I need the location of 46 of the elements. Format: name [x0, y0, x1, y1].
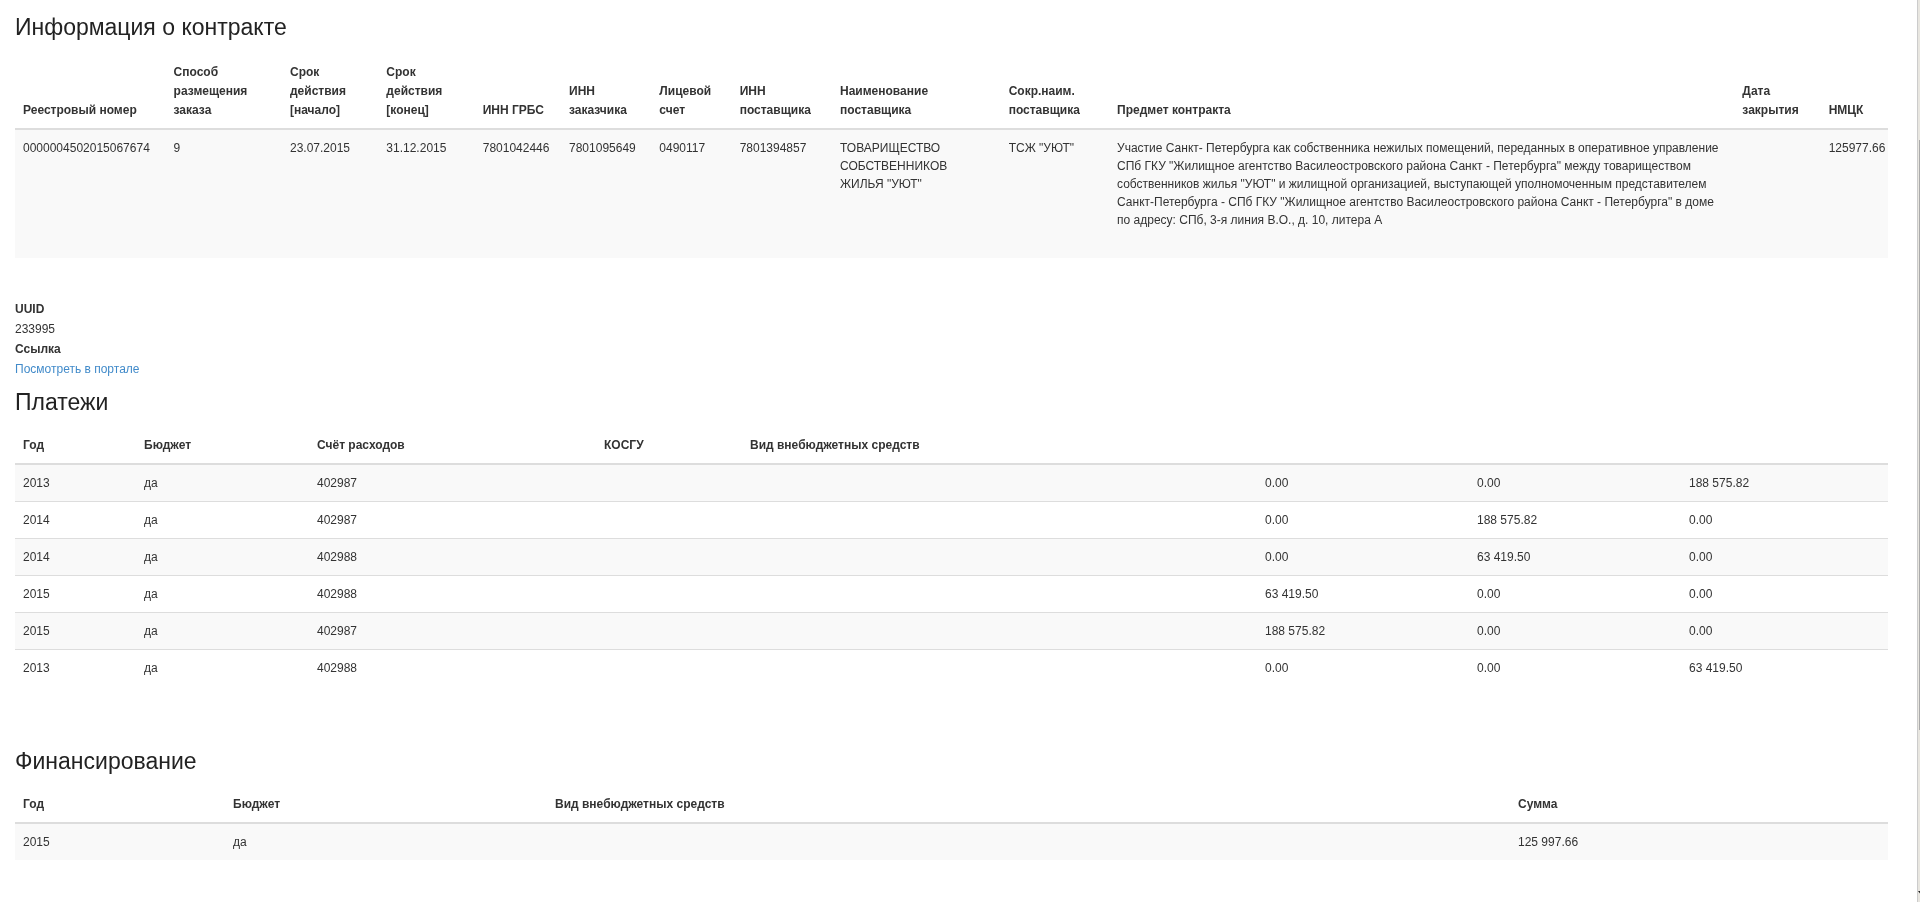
table-cell: 0.00	[1681, 612, 1888, 650]
table-cell: 63 419.50	[1469, 538, 1681, 576]
table-cell: 7801042446	[474, 129, 561, 258]
field-label: UUID	[15, 301, 46, 318]
table-cell: 402988	[309, 649, 596, 686]
portal-link[interactable]: Посмотреть в портале	[15, 362, 140, 376]
table-cell: 63 419.50	[1681, 649, 1888, 686]
table-cell: 0490117	[651, 129, 732, 258]
table-cell: 188 575.82	[1257, 612, 1469, 650]
table-cell: Участие Санкт- Петербурга как собственника нежилых помещений, переданных в оперативное управление СПб ГКУ "Жилищное агентство Василеостровского района Санкт - Петербурга" между товариществом собственников жилья "УЮТ" и жилищной организацией, выступающей уполномоченным представителем Санкт-Петербурга - СПб ГКУ "Жилищное агентство Василеостровского района Санкт - Петербурга" в доме по адресу: СПб, 3-я линия В.О., д. 10, литера А	[1109, 129, 1735, 258]
table-cell: 0.00	[1469, 612, 1681, 650]
table-cell: 125977.66	[1820, 129, 1888, 258]
table-cell: 2015	[15, 612, 136, 650]
section-title: Платежи	[15, 389, 110, 416]
table-cell: да	[136, 538, 309, 576]
section-title: Финансирование	[15, 748, 198, 775]
table-cell: 2015	[15, 823, 225, 860]
table-cell: 0.00	[1257, 464, 1469, 502]
table-cell: ТСЖ "УЮТ"	[1000, 129, 1110, 258]
table-cell: да	[136, 649, 309, 686]
table-cell: 7801394857	[731, 129, 832, 258]
table-cell: 0.00	[1257, 538, 1469, 576]
table-cell: да	[136, 612, 309, 650]
table-cell: 2013	[15, 649, 136, 686]
table-cell: 23.07.2015	[282, 129, 379, 258]
table-cell: да	[225, 823, 547, 860]
table-cell: 2014	[15, 538, 136, 576]
field-value: 233995	[15, 321, 57, 338]
table-cell: да	[136, 464, 309, 502]
table-cell: 0.00	[1257, 649, 1469, 686]
table-cell: 188 575.82	[1681, 464, 1888, 502]
table-cell: 2013	[15, 464, 136, 502]
table-cell: 7801095649	[561, 129, 652, 258]
table-cell: 402987	[309, 612, 596, 650]
field-label: Ссылка	[15, 341, 62, 358]
table-cell: 31.12.2015	[378, 129, 475, 258]
table-cell: 402988	[309, 538, 596, 576]
table-cell: 0000004502015067674	[15, 129, 166, 258]
table-cell: 0.00	[1681, 538, 1888, 576]
section-title: Информация о контракте	[15, 14, 288, 41]
table-cell: 9	[165, 129, 282, 258]
table-cell: 0.00	[1469, 649, 1681, 686]
table-cell: 402987	[309, 464, 596, 502]
table-cell: 0.00	[1469, 464, 1681, 502]
table-cell: ТОВАРИЩЕСТВО СОБСТВЕННИКОВ ЖИЛЬЯ "УЮТ"	[832, 129, 1001, 258]
table-cell: 125 997.66	[1510, 823, 1888, 860]
